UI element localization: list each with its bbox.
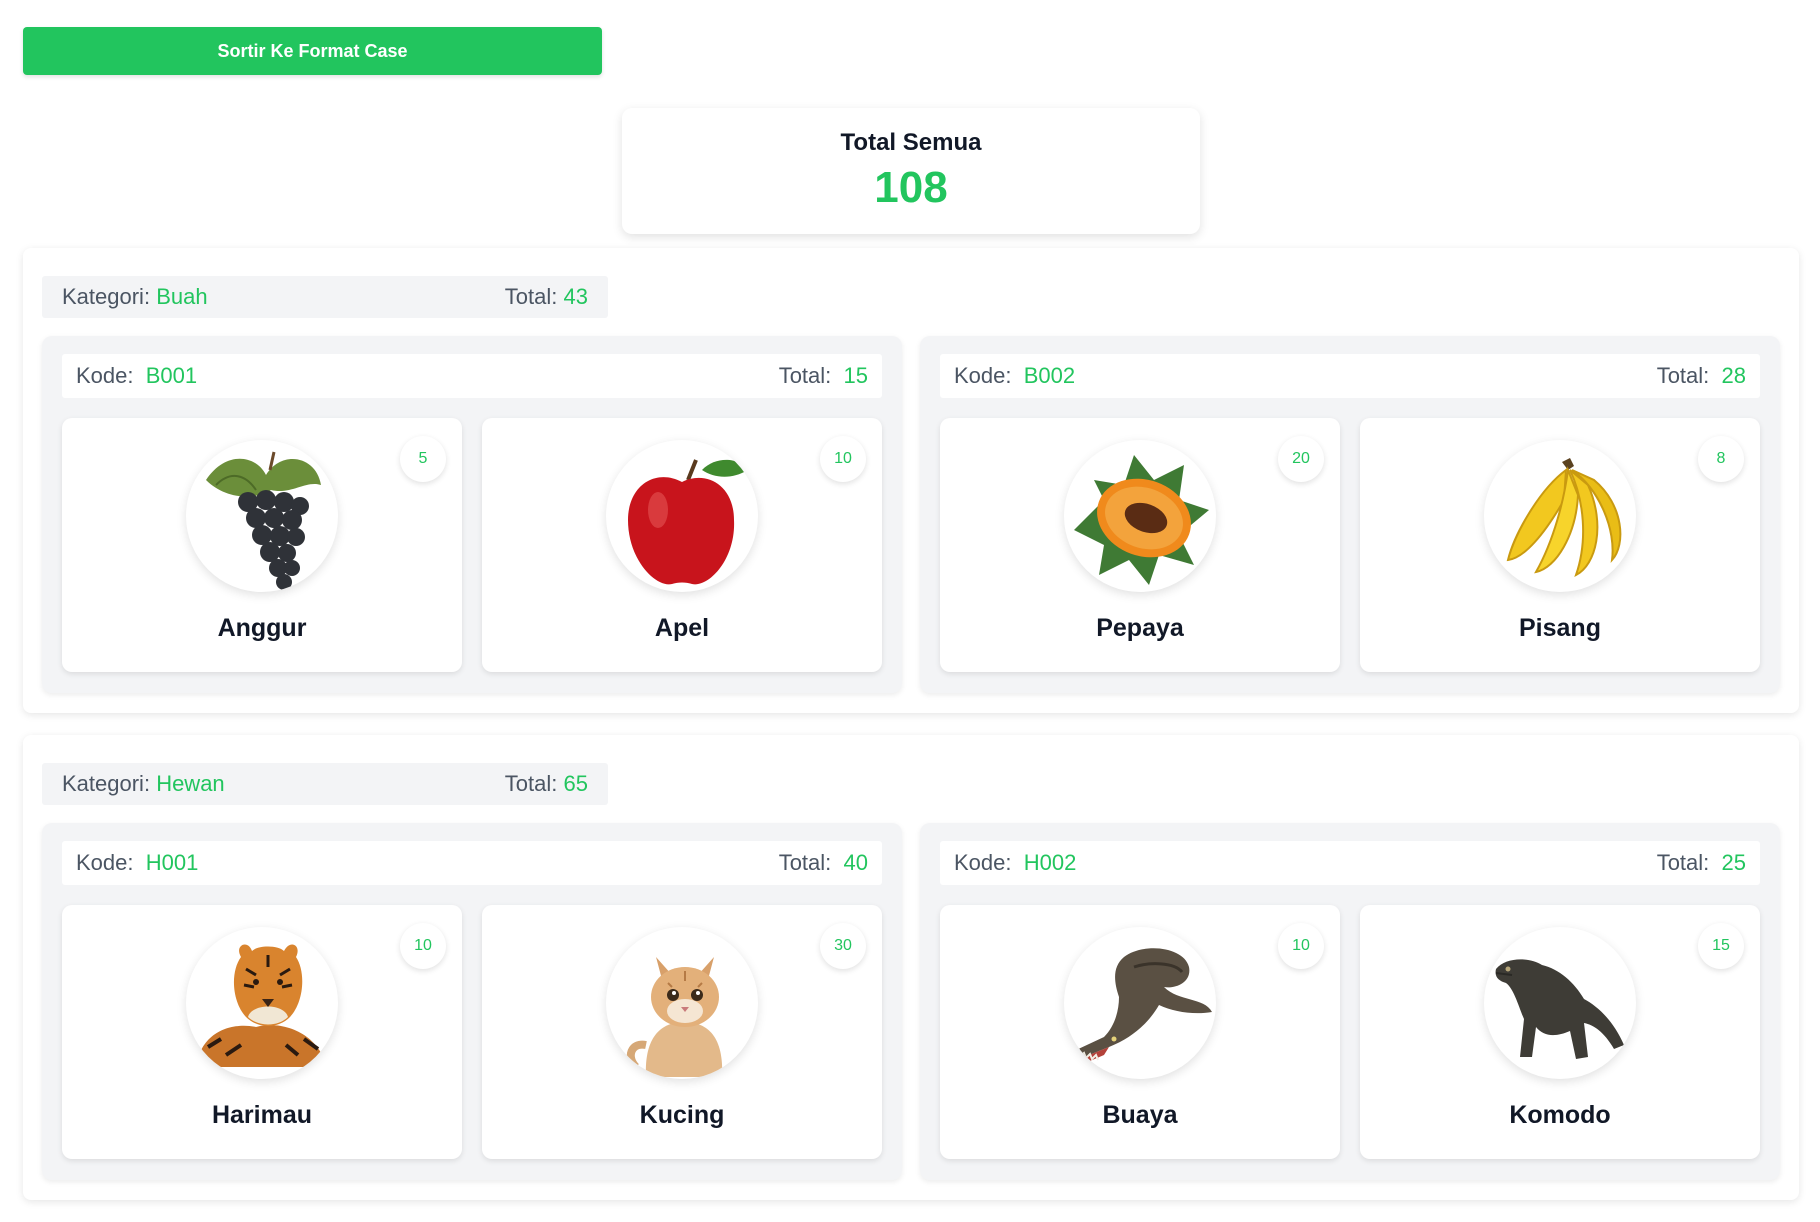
code-group-b001: Kode: B001 Total: 15 5 Anggur 10 Apel (42, 336, 902, 693)
code-total-label: Total: (1656, 850, 1710, 875)
category-name: Hewan (156, 771, 225, 796)
code-label: Kode: (954, 850, 1012, 875)
grapes-icon (186, 440, 338, 592)
item-name: Pepaya (1096, 614, 1184, 642)
apple-icon (606, 440, 758, 592)
banana-icon (1484, 440, 1636, 592)
code-header: Kode: B001 Total: 15 (62, 354, 882, 398)
item-card-kucing[interactable]: 30 Kucing (482, 905, 882, 1159)
code-value: B002 (1023, 363, 1076, 388)
category-label: Kategori: (62, 771, 151, 796)
code-total-label: Total: (778, 850, 832, 875)
code-group-h001: Kode: H001 Total: 40 10 Harimau 30 Kucin… (42, 823, 902, 1180)
category-total-value: 43 (563, 284, 588, 309)
code-header: Kode: H002 Total: 25 (940, 841, 1760, 885)
item-count-badge: 10 (400, 923, 446, 969)
item-card-buaya[interactable]: 10 Buaya (940, 905, 1340, 1159)
category-total-label: Total: (504, 284, 558, 309)
code-value: H001 (145, 850, 199, 875)
code-total-value: 25 (1721, 850, 1746, 875)
code-total-label: Total: (1656, 363, 1710, 388)
category-section-buah: Kategori: Buah Total: 43 Kode: B001 Tota… (23, 248, 1799, 713)
item-count-badge: 5 (400, 436, 446, 482)
category-total-value: 65 (563, 771, 588, 796)
code-group-b002: Kode: B002 Total: 28 20 Pepaya 8 Pisang (920, 336, 1780, 693)
code-header: Kode: H001 Total: 40 (62, 841, 882, 885)
item-card-apel[interactable]: 10 Apel (482, 418, 882, 672)
code-label: Kode: (76, 850, 134, 875)
grand-total-value: 108 (874, 163, 948, 212)
item-name: Komodo (1509, 1101, 1611, 1129)
item-name: Harimau (211, 1101, 313, 1129)
category-header: Kategori: Hewan Total: 65 (42, 763, 608, 805)
item-card-harimau[interactable]: 10 Harimau (62, 905, 462, 1159)
item-name: Buaya (1102, 1101, 1178, 1129)
code-total-value: 40 (843, 850, 868, 875)
code-total-value: 28 (1721, 363, 1746, 388)
code-label: Kode: (954, 363, 1012, 388)
code-value: H002 (1023, 850, 1077, 875)
grand-total-card: Total Semua 108 (622, 108, 1200, 234)
category-section-hewan: Kategori: Hewan Total: 65 Kode: H001 Tot… (23, 735, 1799, 1200)
grand-total-label: Total Semua (840, 129, 982, 156)
category-name: Buah (156, 284, 208, 309)
item-card-komodo[interactable]: 15 Komodo (1360, 905, 1760, 1159)
category-header: Kategori: Buah Total: 43 (42, 276, 608, 318)
code-label: Kode: (76, 363, 134, 388)
code-total-label: Total: (778, 363, 832, 388)
item-count-badge: 20 (1278, 436, 1324, 482)
code-group-h002: Kode: H002 Total: 25 10 Buaya 15 Komodo (920, 823, 1780, 1180)
item-count-badge: 30 (820, 923, 866, 969)
category-label: Kategori: (62, 284, 151, 309)
item-card-pisang[interactable]: 8 Pisang (1360, 418, 1760, 672)
item-name: Anggur (217, 614, 307, 642)
sort-to-case-format-button[interactable]: Sortir Ke Format Case (23, 27, 602, 75)
komodo-icon (1484, 927, 1636, 1079)
item-name: Pisang (1519, 614, 1601, 642)
papaya-icon (1064, 440, 1216, 592)
tiger-icon (186, 927, 338, 1079)
crocodile-icon (1064, 927, 1216, 1079)
code-total-value: 15 (843, 363, 868, 388)
code-value: B001 (145, 363, 198, 388)
item-card-pepaya[interactable]: 20 Pepaya (940, 418, 1340, 672)
item-name: Kucing (639, 1101, 725, 1129)
item-count-badge: 10 (1278, 923, 1324, 969)
item-card-anggur[interactable]: 5 Anggur (62, 418, 462, 672)
code-header: Kode: B002 Total: 28 (940, 354, 1760, 398)
cat-icon (606, 927, 758, 1079)
category-total-label: Total: (504, 771, 558, 796)
item-count-badge: 10 (820, 436, 866, 482)
item-count-badge: 8 (1698, 436, 1744, 482)
item-count-badge: 15 (1698, 923, 1744, 969)
item-name: Apel (654, 614, 710, 642)
